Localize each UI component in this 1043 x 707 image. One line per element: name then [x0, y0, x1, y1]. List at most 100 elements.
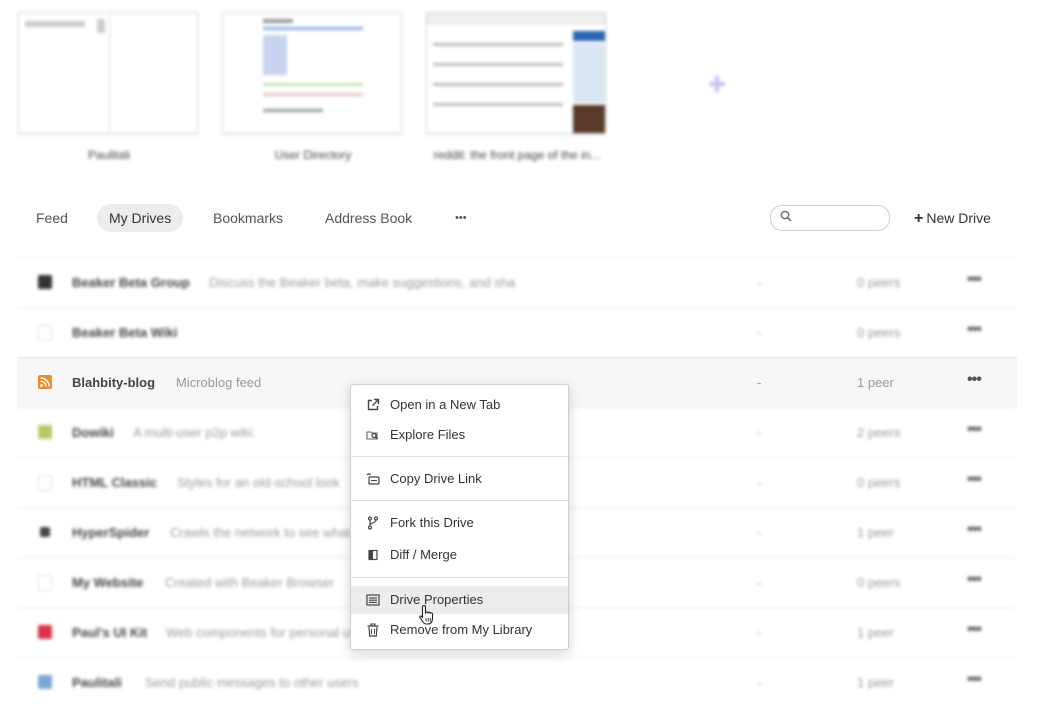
drive-size: - — [757, 475, 762, 490]
drive-row[interactable]: Beaker Beta Wiki - 0 peers ••• — [17, 307, 1017, 357]
menu-item-label: Diff / Merge — [390, 547, 457, 562]
drive-row[interactable]: Beaker Beta Group Discuss the Beaker bet… — [17, 257, 1017, 307]
row-more-icon[interactable]: ••• — [967, 421, 982, 439]
menu-item-remove-from-library[interactable]: Remove from My Library — [351, 616, 568, 644]
tab-my-drives[interactable]: My Drives — [97, 204, 184, 232]
drive-peers: 1 peer — [857, 675, 894, 690]
menu-item-label: Fork this Drive — [390, 515, 474, 530]
row-more-icon[interactable]: ••• — [967, 621, 982, 639]
row-more-icon[interactable]: ••• — [967, 671, 982, 689]
menu-item-explore-files[interactable]: Explore Files — [351, 421, 568, 449]
drive-peers: 1 peer — [857, 525, 894, 540]
drive-title: HyperSpider — [72, 525, 150, 540]
rss-icon — [38, 375, 52, 389]
drive-title: HTML Classic — [72, 475, 158, 490]
drive-title: My Website — [72, 575, 144, 590]
drive-row[interactable]: Paulitali Send public messages to other … — [17, 657, 1017, 707]
drive-size: - — [757, 525, 762, 540]
menu-item-label: Explore Files — [390, 427, 466, 442]
pinned-site[interactable]: User Directory — [222, 12, 404, 162]
drive-peers: 2 peers — [857, 425, 901, 440]
copy-link-icon — [366, 473, 380, 485]
search-input[interactable] — [770, 205, 890, 231]
menu-item-label: Copy Drive Link — [390, 471, 482, 486]
drive-description: Discuss the Beaker beta, make suggestion… — [209, 275, 516, 290]
drive-size: - — [757, 275, 762, 290]
row-more-icon[interactable]: ••• — [967, 271, 982, 289]
drive-peers: 0 peers — [857, 575, 901, 590]
file-icon — [38, 325, 52, 341]
menu-separator — [351, 577, 568, 578]
drive-title: Blahbity-blog — [72, 375, 156, 390]
more-tabs-icon[interactable]: ••• — [443, 204, 479, 232]
menu-item-label: Drive Properties — [390, 592, 484, 607]
row-more-icon[interactable]: ••• — [967, 321, 982, 339]
drives-nav: Feed My Drives Bookmarks Address Book ••… — [0, 204, 1043, 234]
menu-item-drive-properties[interactable]: Drive Properties — [351, 586, 568, 614]
drive-title: Beaker Beta Wiki — [72, 325, 178, 340]
menu-item-diff-merge[interactable]: Diff / Merge — [351, 541, 568, 569]
menu-separator — [351, 500, 568, 501]
tab-feed[interactable]: Feed — [24, 204, 80, 232]
pinned-site[interactable]: Paulitali — [18, 12, 200, 162]
fork-icon — [367, 516, 379, 530]
drive-size: - — [757, 425, 762, 440]
drive-description: A multi-user p2p wiki. — [133, 425, 256, 440]
drive-peers: 0 peers — [857, 275, 901, 290]
menu-separator — [351, 456, 568, 457]
new-drive-button[interactable]: + New Drive — [914, 204, 991, 232]
drive-title: Dowiki — [72, 425, 114, 440]
drive-title: Paul's UI Kit — [72, 625, 148, 640]
drive-description: Microblog feed — [176, 375, 262, 390]
drive-description: Styles for an old-school look — [177, 475, 340, 490]
pinned-site-title: User Directory — [274, 148, 352, 162]
file-icon — [38, 575, 52, 591]
menu-item-fork-drive[interactable]: Fork this Drive — [351, 509, 568, 537]
menu-item-label: Open in a New Tab — [390, 397, 501, 412]
drive-title: Beaker Beta Group — [72, 275, 190, 290]
pinned-site-title: Paulitali — [87, 148, 131, 162]
search-icon — [780, 210, 792, 222]
diff-icon — [368, 549, 378, 561]
pinned-site-thumbnail[interactable] — [18, 12, 198, 134]
drive-size: - — [757, 575, 762, 590]
drive-size: - — [757, 675, 762, 690]
drive-peers: 0 peers — [857, 325, 901, 340]
drive-description: Created with Beaker Browser — [165, 575, 335, 590]
drive-size: - — [757, 325, 762, 340]
add-pin-plus-icon[interactable]: ✚ — [708, 72, 726, 98]
folder-search-icon — [366, 431, 378, 440]
row-more-icon[interactable]: ••• — [967, 521, 982, 539]
external-link-icon — [367, 398, 380, 411]
trash-icon — [367, 623, 379, 637]
tab-bookmarks[interactable]: Bookmarks — [201, 204, 295, 232]
properties-icon — [366, 594, 380, 606]
pinned-site-thumbnail[interactable] — [426, 12, 606, 134]
drive-peers: 1 peer — [857, 375, 894, 390]
menu-item-copy-drive-link[interactable]: Copy Drive Link — [351, 465, 568, 493]
new-drive-label: New Drive — [926, 210, 991, 226]
row-more-icon[interactable]: ••• — [967, 571, 982, 589]
drive-context-menu: Open in a New Tab Explore Files Copy Dri… — [350, 384, 569, 650]
pinned-site[interactable]: reddit: the front page of the in... — [426, 12, 608, 162]
row-more-icon[interactable]: ••• — [967, 471, 982, 489]
menu-item-open-new-tab[interactable]: Open in a New Tab — [351, 391, 568, 419]
drive-icon — [38, 425, 52, 439]
pinned-site-thumbnail[interactable] — [222, 12, 402, 134]
hand-pointer-cursor-icon — [419, 604, 434, 625]
drive-icon — [40, 527, 50, 537]
pinned-site-title: reddit: the front page of the in... — [433, 148, 601, 162]
drive-description: Send public messages to other users — [145, 675, 359, 690]
drive-description: Web components for personal use — [166, 625, 364, 640]
tab-address-book[interactable]: Address Book — [313, 204, 424, 232]
drive-size: - — [757, 625, 762, 640]
drive-title: Paulitali — [72, 675, 122, 690]
drive-size: - — [757, 375, 762, 390]
menu-item-label: Remove from My Library — [390, 622, 533, 637]
row-more-icon[interactable]: ••• — [967, 371, 982, 389]
drive-peers: 1 peer — [857, 625, 894, 640]
drive-icon — [38, 675, 52, 689]
drive-peers: 0 peers — [857, 475, 901, 490]
drive-icon — [38, 625, 52, 639]
file-icon — [38, 475, 52, 491]
